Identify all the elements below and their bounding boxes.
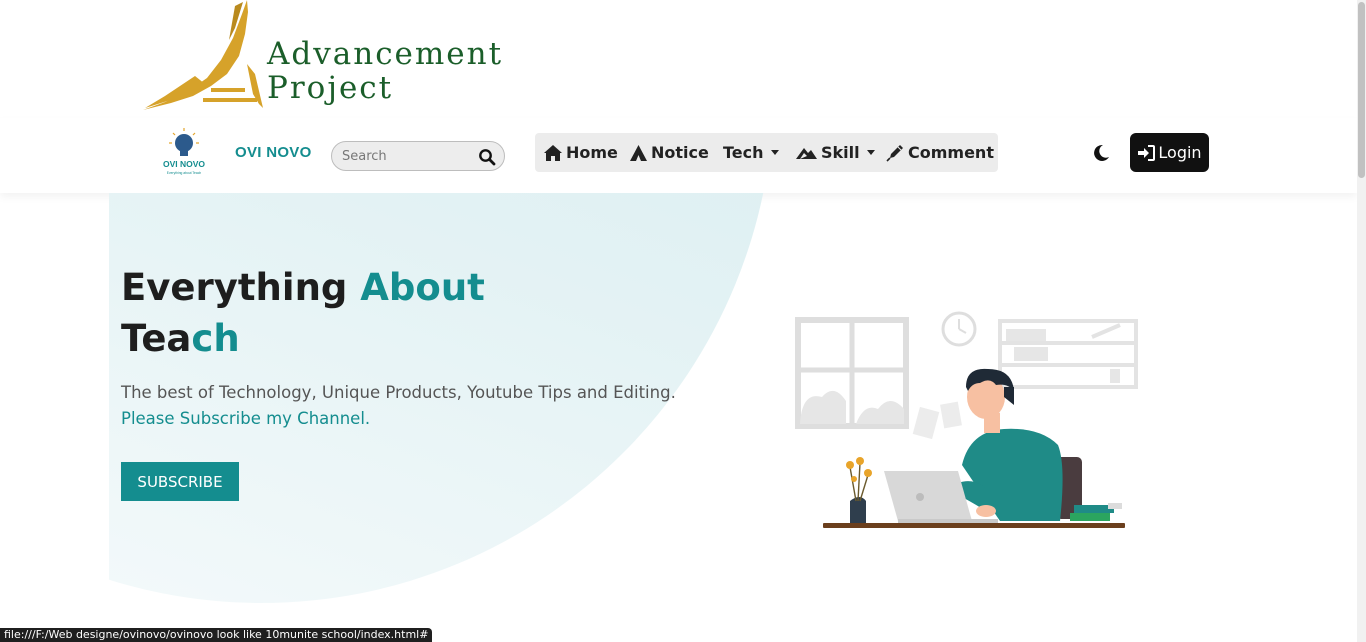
search-box: [331, 141, 505, 171]
brand-logo-text: OVI NOVO: [163, 159, 205, 169]
person-at-laptop-illustration: [795, 311, 1138, 528]
search-icon[interactable]: [478, 148, 496, 166]
hero-title-text: Everything: [121, 266, 361, 309]
nav-tech-dropdown[interactable]: Tech: [723, 133, 779, 172]
nav-notice-label: Notice: [651, 143, 709, 162]
nav-tech-label: Tech: [723, 143, 764, 162]
home-icon: [544, 144, 562, 161]
scrollbar-thumb[interactable]: [1358, 2, 1365, 178]
notice-icon: [630, 144, 647, 161]
page-scrollbar[interactable]: [1357, 0, 1366, 642]
main-menu: Home Notice Tech Skill Comment: [535, 133, 998, 172]
subscribe-button[interactable]: SUBSCRIBE: [121, 462, 239, 501]
nav-comment[interactable]: Comment: [886, 133, 994, 172]
brand-name-link[interactable]: OVI NOVO: [235, 144, 312, 161]
banner-title-line2: Project: [267, 70, 394, 106]
login-label: Login: [1158, 143, 1202, 162]
brand-logo-tagline: Everything about Teach: [167, 171, 202, 175]
hero-title-text: Tea: [121, 317, 192, 360]
hero-title-accent: About: [360, 266, 485, 309]
banner-title-line1: Advancement: [267, 36, 504, 72]
ovi-novo-logo[interactable]: OVI NOVO Everything about Teach: [155, 126, 213, 176]
login-button[interactable]: Login: [1130, 133, 1209, 172]
chevron-down-icon: [866, 150, 875, 155]
hero-title-accent: ch: [191, 317, 240, 360]
chevron-down-icon: [770, 150, 779, 155]
nav-skill-dropdown[interactable]: Skill: [795, 133, 875, 172]
nav-home-label: Home: [566, 143, 618, 162]
hero-description-text: The best of Technology, Unique Products,…: [121, 383, 676, 402]
navbar: OVI NOVO Everything about Teach OVI NOVO…: [0, 118, 1357, 193]
hero-description: The best of Technology, Unique Products,…: [121, 380, 676, 432]
moon-icon[interactable]: [1091, 143, 1111, 163]
skill-icon: [796, 147, 817, 159]
sign-in-icon: [1138, 144, 1156, 161]
nav-skill-label: Skill: [821, 143, 860, 162]
hero-description-accent: Please Subscribe my Channel.: [121, 409, 371, 428]
nav-notice[interactable]: Notice: [629, 133, 709, 172]
nav-comment-label: Comment: [908, 143, 994, 162]
comment-icon: [886, 145, 903, 162]
browser-status-url: file:///F:/Web designe/ovinovo/ovinovo l…: [0, 628, 433, 642]
nav-home[interactable]: Home: [543, 133, 618, 172]
search-input[interactable]: [342, 147, 472, 165]
lightbulb-icon: [169, 128, 199, 156]
hero-title: Everything About Teach: [121, 262, 485, 364]
